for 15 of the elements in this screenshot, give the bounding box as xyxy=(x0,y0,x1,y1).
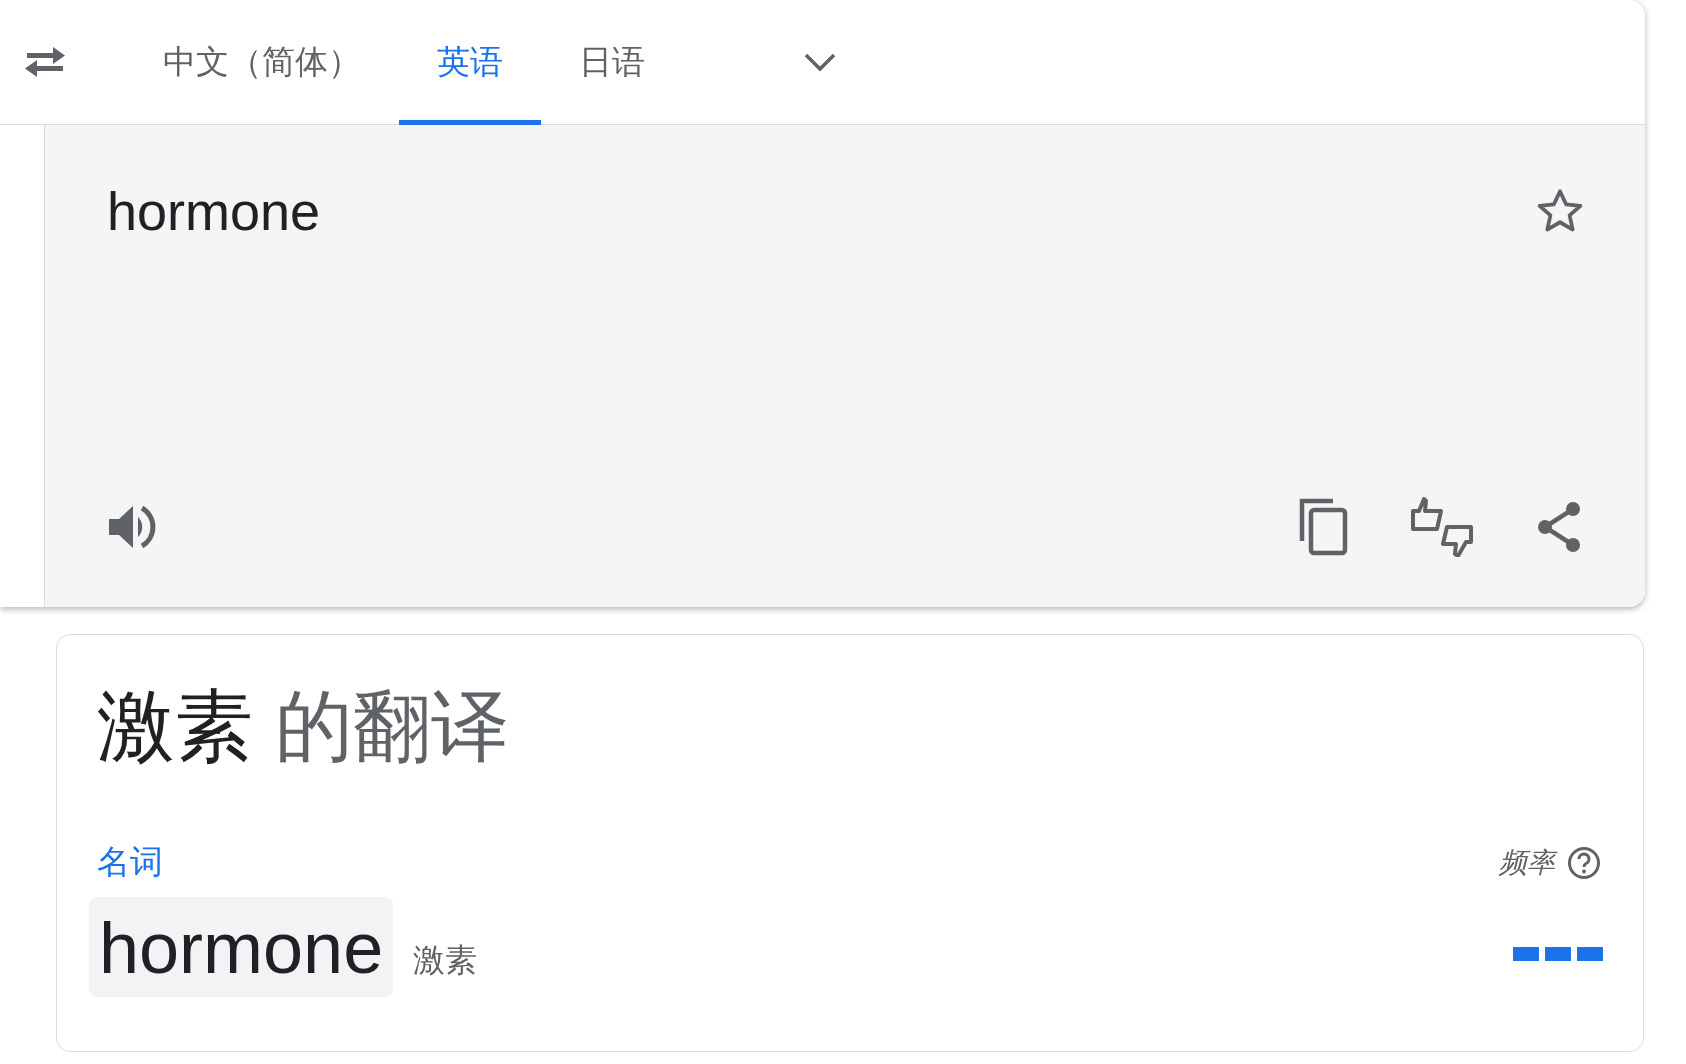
language-tab[interactable]: 中文（简体） xyxy=(125,0,399,125)
back-translation: 激素 xyxy=(413,940,478,981)
help-icon[interactable] xyxy=(1567,845,1601,880)
part-of-speech-label: 名词 xyxy=(97,841,163,883)
chevron-down-icon[interactable] xyxy=(803,51,837,73)
speaker-icon[interactable] xyxy=(107,503,157,551)
translation-term: 激素 xyxy=(97,680,253,773)
swap-languages-icon[interactable] xyxy=(23,45,67,79)
translation-heading: 的翻译 xyxy=(275,680,509,773)
thumbs-up-down-icon[interactable] xyxy=(1411,497,1473,557)
copy-icon[interactable] xyxy=(1299,498,1349,556)
translation-word-chip[interactable]: hormone xyxy=(89,897,394,997)
source-text: hormone xyxy=(107,180,321,242)
language-tab[interactable]: 日语 xyxy=(541,0,683,125)
source-text-area[interactable]: hormone xyxy=(45,125,1645,607)
